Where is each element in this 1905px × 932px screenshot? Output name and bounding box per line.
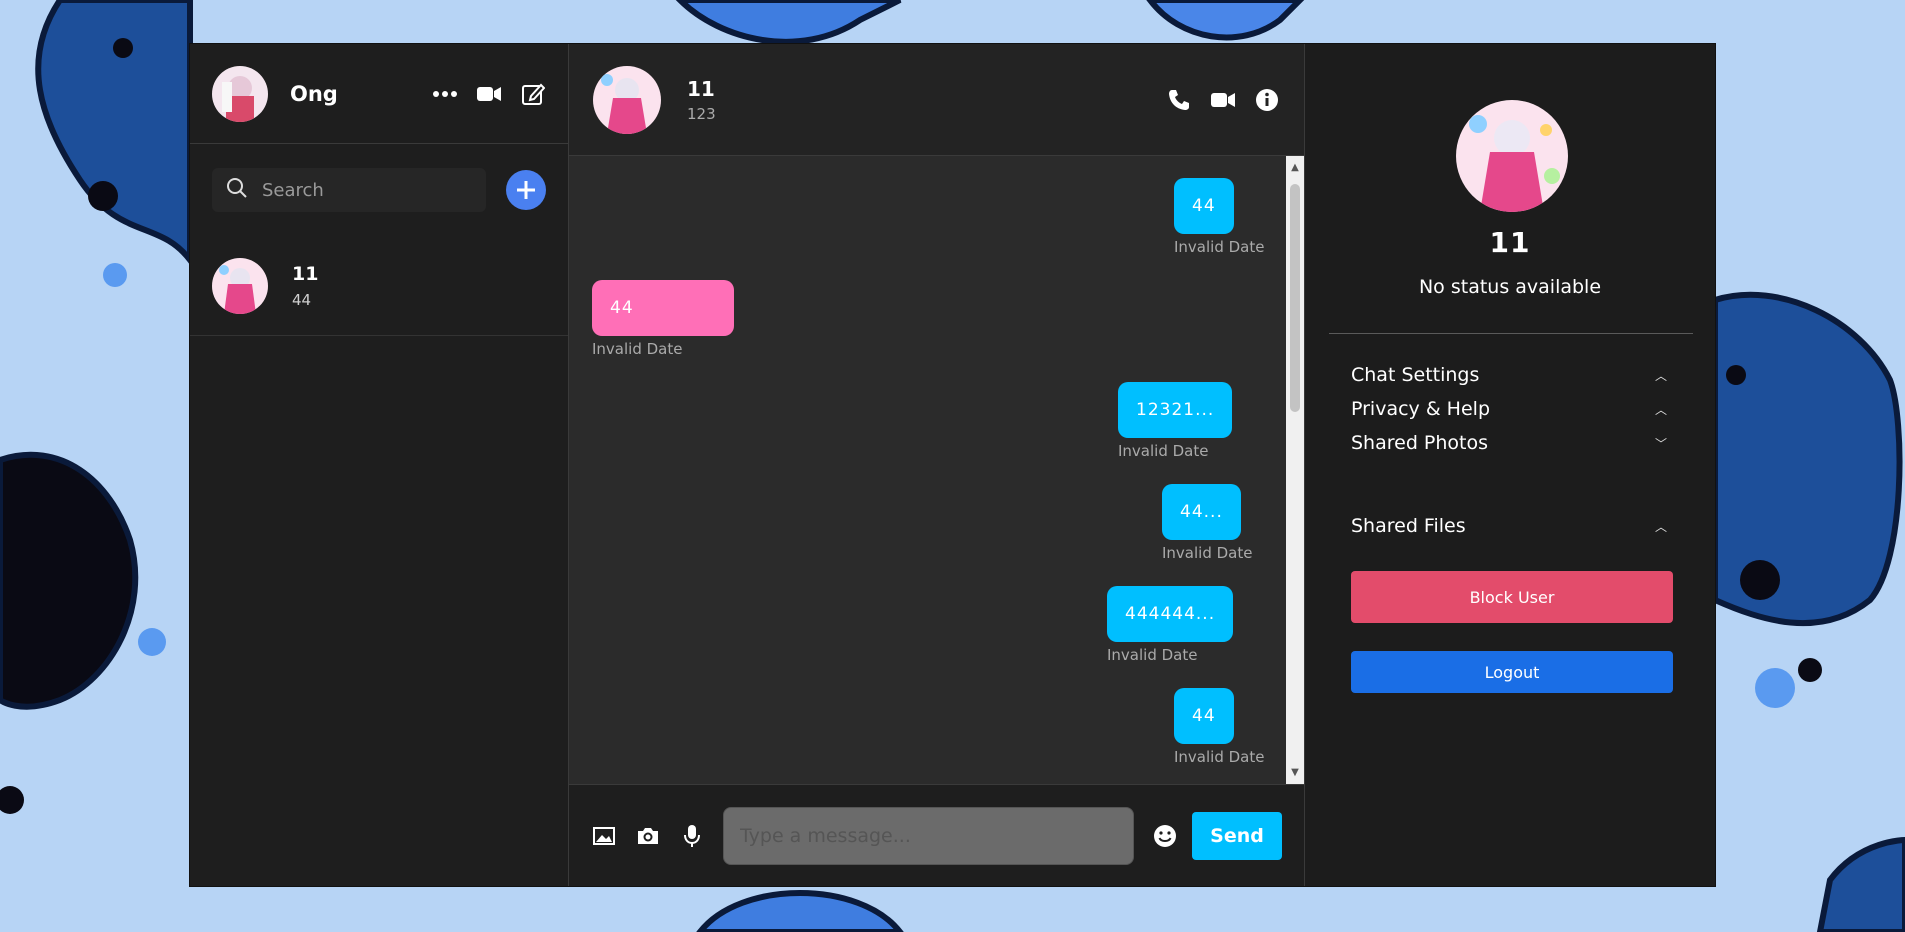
- message-bubble[interactable]: 444444...: [1107, 586, 1234, 642]
- sidebar-header: Ong: [190, 44, 568, 144]
- message-bubble[interactable]: 44...: [1162, 484, 1241, 540]
- message-bubble[interactable]: 44: [1174, 688, 1234, 744]
- message-bubble[interactable]: 12321...: [1118, 382, 1233, 438]
- chevron-up-icon: ︿: [1654, 402, 1667, 417]
- message-date: Invalid Date: [1174, 238, 1265, 256]
- message-date: Invalid Date: [1118, 442, 1209, 460]
- chevron-up-icon: ︿: [1654, 519, 1667, 534]
- message-composer: Send: [569, 784, 1304, 886]
- message-bubble[interactable]: 44: [1174, 178, 1234, 234]
- section-shared-files[interactable]: Shared Files ︿: [1351, 515, 1667, 537]
- plus-icon: [517, 181, 535, 199]
- send-button[interactable]: Send: [1192, 811, 1282, 860]
- search-icon: [226, 177, 248, 203]
- message-date: Invalid Date: [1174, 748, 1265, 766]
- image-icon[interactable]: [591, 823, 617, 849]
- message-item: 444444... Invalid Date: [1107, 586, 1234, 664]
- conversation-name: 11: [292, 262, 319, 285]
- add-conversation-button[interactable]: [506, 170, 546, 210]
- block-user-button[interactable]: Block User: [1351, 571, 1673, 623]
- contact-details-panel: 11 No status available Chat Settings ︿ P…: [1305, 44, 1715, 886]
- chat-contact-avatar[interactable]: [593, 65, 661, 134]
- profile-avatar: [1456, 100, 1568, 212]
- conversation-avatar: [212, 257, 268, 314]
- chat-contact-info: 11 123: [687, 77, 1148, 123]
- message-bubble[interactable]: 44: [592, 280, 734, 336]
- scrollbar-thumb[interactable]: [1290, 184, 1300, 412]
- message-list[interactable]: 44 Invalid Date 44 Invalid Date 12321...…: [569, 156, 1304, 784]
- info-icon[interactable]: [1254, 87, 1280, 113]
- video-camera-icon[interactable]: [1210, 87, 1236, 113]
- chat-header: 11 123: [569, 44, 1304, 156]
- search-row: [190, 144, 568, 236]
- section-chat-settings[interactable]: Chat Settings ︿: [1351, 364, 1667, 386]
- scroll-up-arrow-icon[interactable]: ▲: [1286, 162, 1304, 173]
- section-label: Chat Settings: [1351, 364, 1480, 386]
- camera-icon[interactable]: [635, 823, 661, 849]
- profile-name: 11: [1489, 226, 1531, 259]
- chevron-up-icon: ︿: [1654, 368, 1667, 383]
- scroll-down-arrow-icon[interactable]: ▼: [1286, 767, 1304, 778]
- message-date: Invalid Date: [1162, 544, 1253, 562]
- message-date: Invalid Date: [1107, 646, 1198, 664]
- more-horizontal-icon[interactable]: [432, 81, 458, 107]
- chat-contact-subtitle: 123: [687, 104, 716, 123]
- conversation-text: 11 44: [292, 263, 318, 309]
- conversation-last-message: 44: [292, 290, 312, 309]
- message-scrollbar[interactable]: ▲ ▼: [1286, 156, 1304, 784]
- user-avatar[interactable]: [212, 65, 268, 122]
- compose-icon[interactable]: [520, 81, 546, 107]
- video-camera-icon[interactable]: [476, 81, 502, 107]
- message-item: 44 Invalid Date: [1174, 178, 1264, 256]
- section-shared-photos[interactable]: Shared Photos ﹀: [1351, 432, 1667, 454]
- section-divider: [1329, 333, 1693, 334]
- message-item: 44 Invalid Date: [592, 280, 734, 358]
- search-box: [212, 168, 486, 212]
- message-item: 44 Invalid Date: [1174, 688, 1264, 766]
- message-input[interactable]: [723, 806, 1134, 865]
- chevron-down-icon: ﹀: [1654, 436, 1667, 451]
- section-label: Shared Photos: [1351, 432, 1489, 454]
- chat-contact-name: 11: [687, 76, 715, 101]
- message-date: Invalid Date: [592, 340, 683, 358]
- microphone-icon[interactable]: [679, 823, 705, 849]
- message-item: 44... Invalid Date: [1162, 484, 1252, 562]
- section-privacy-help[interactable]: Privacy & Help ︿: [1351, 398, 1667, 420]
- profile-status: No status available: [1418, 276, 1602, 298]
- message-item: 12321... Invalid Date: [1118, 382, 1233, 460]
- conversation-item[interactable]: 11 44: [190, 236, 568, 336]
- logout-button[interactable]: Logout: [1351, 651, 1673, 693]
- conversation-sidebar: Ong Search 11 44: [190, 44, 569, 886]
- search-input[interactable]: [260, 178, 464, 202]
- section-label: Privacy & Help: [1351, 398, 1491, 420]
- current-user-name: Ong: [290, 81, 338, 106]
- chat-panel: 11 123 44 Invalid Date 44 Invalid Date 1…: [569, 44, 1305, 886]
- messenger-app: Ong Search 11 44 11 123 44 Invalid Date …: [190, 44, 1715, 886]
- section-label: Shared Files: [1351, 515, 1466, 537]
- emoji-icon[interactable]: [1152, 823, 1178, 849]
- phone-icon[interactable]: [1166, 87, 1192, 113]
